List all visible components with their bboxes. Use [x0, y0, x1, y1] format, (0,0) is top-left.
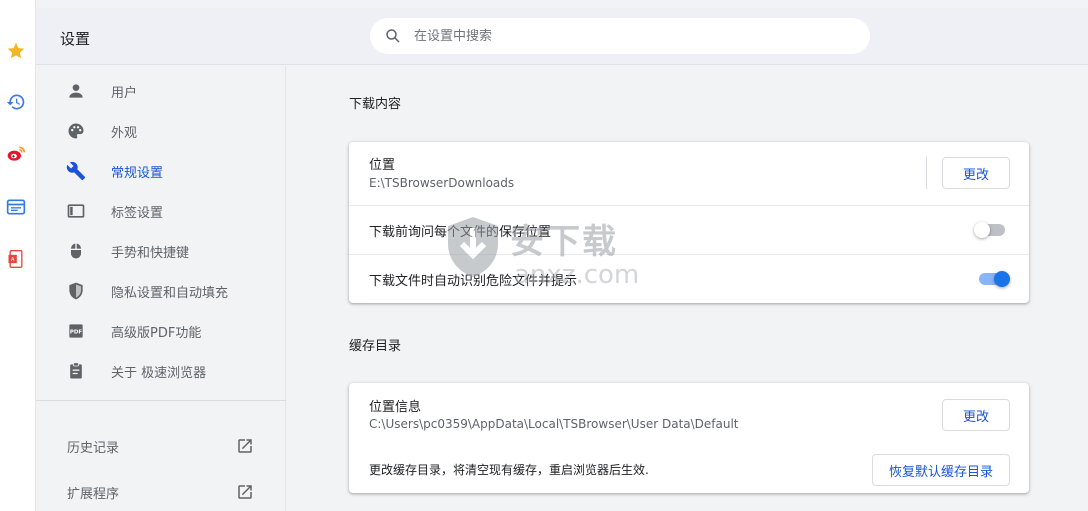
settings-main: 下载内容 位置 E:\TSBrowserDownloads 更改 下载前询问每个…	[287, 66, 1088, 511]
clipboard-icon	[70, 362, 82, 379]
danger-detection-row[interactable]: 下载文件时自动识别危险文件并提示	[349, 255, 1029, 303]
cache-note: 更改缓存目录，将清空现有缓存，重启浏览器后生效.	[369, 463, 649, 477]
tab-icon	[67, 204, 85, 218]
sidebar-item-label: 标签设置	[111, 206, 164, 221]
download-location-label: 位置	[369, 158, 396, 173]
sidebar-item-about[interactable]: 关于 极速浏览器	[36, 353, 286, 389]
sidebar-item-gestures[interactable]: 手势和快捷键	[36, 233, 286, 269]
search-box[interactable]	[370, 18, 870, 54]
sidebar-item-label: 常规设置	[111, 166, 164, 181]
ask-save-location-row[interactable]: 下载前询问每个文件的保存位置	[349, 206, 1029, 254]
cache-location-label: 位置信息	[369, 400, 422, 415]
toggle-knob	[994, 271, 1010, 287]
restore-default-cache-button[interactable]: 恢复默认缓存目录	[872, 454, 1010, 486]
wrench-icon	[66, 161, 86, 181]
sidebar-item-label: 外观	[111, 126, 138, 141]
toggle-knob	[974, 222, 990, 238]
sidebar-item-pdf[interactable]: PDF 高级版PDF功能	[36, 313, 286, 349]
cache-section-title: 缓存目录	[349, 339, 402, 354]
danger-detection-label: 下载文件时自动识别危险文件并提示	[369, 274, 578, 289]
sidebar-item-history[interactable]: 历史记录	[36, 431, 286, 461]
cache-card: 位置信息 C:\Users\pc0359\AppData\Local\TSBro…	[349, 383, 1029, 493]
pdf-app-icon[interactable]: A	[5, 248, 27, 270]
sidebar-item-extensions[interactable]: 扩展程序	[36, 477, 286, 507]
shield-icon	[69, 282, 83, 300]
app-icon-rail: A	[0, 0, 36, 511]
mouse-icon	[71, 243, 81, 259]
page-title: 设置	[60, 30, 91, 48]
search-input[interactable]	[414, 24, 854, 48]
browser-window-icon[interactable]	[5, 196, 27, 218]
ask-save-location-toggle[interactable]	[974, 220, 1008, 240]
pdf-icon: PDF	[69, 324, 83, 338]
weibo-icon[interactable]	[5, 143, 27, 165]
sidebar-item-general[interactable]: 常规设置	[36, 153, 286, 189]
downloads-card: 位置 E:\TSBrowserDownloads 更改 下载前询问每个文件的保存…	[349, 142, 1029, 303]
person-icon	[69, 84, 83, 98]
search-icon	[386, 29, 400, 43]
svg-text:PDF: PDF	[70, 330, 82, 336]
sidebar-item-label: 历史记录	[67, 441, 120, 456]
sidebar-divider	[36, 400, 286, 401]
open-external-icon	[238, 439, 252, 453]
download-location-row: 位置 E:\TSBrowserDownloads 更改	[349, 142, 1029, 205]
sidebar-item-label: 手势和快捷键	[111, 246, 190, 261]
sidebar-item-label: 高级版PDF功能	[111, 326, 202, 341]
sidebar-item-label: 关于 极速浏览器	[111, 366, 207, 381]
history-icon[interactable]	[5, 91, 27, 113]
sidebar-item-privacy[interactable]: 隐私设置和自动填充	[36, 273, 286, 309]
open-external-icon	[238, 485, 252, 499]
star-icon[interactable]	[5, 40, 27, 62]
sidebar-item-label: 扩展程序	[67, 487, 120, 502]
change-download-location-button[interactable]: 更改	[942, 157, 1010, 189]
palette-icon	[68, 123, 84, 139]
cache-location-row: 位置信息 C:\Users\pc0359\AppData\Local\TSBro…	[349, 383, 1029, 493]
danger-detection-toggle[interactable]	[976, 269, 1010, 289]
download-location-value: E:\TSBrowserDownloads	[369, 176, 515, 190]
ask-save-location-label: 下载前询问每个文件的保存位置	[369, 225, 552, 240]
sidebar-item-tabs[interactable]: 标签设置	[36, 193, 286, 229]
settings-sidebar: 用户 外观 常规设置 标签设置 手势和快捷键 隐私设置和自动填充 PDF 高级版…	[36, 66, 286, 511]
downloads-section-title: 下载内容	[349, 97, 402, 112]
sidebar-item-label: 用户	[111, 86, 138, 101]
cache-location-value: C:\Users\pc0359\AppData\Local\TSBrowser\…	[369, 417, 739, 431]
settings-header: 设置	[36, 8, 1088, 65]
sidebar-item-appearance[interactable]: 外观	[36, 113, 286, 149]
svg-text:A: A	[11, 257, 15, 263]
sidebar-item-label: 隐私设置和自动填充	[111, 286, 229, 301]
change-cache-location-button[interactable]: 更改	[942, 399, 1010, 431]
row-divider	[926, 157, 927, 189]
sidebar-item-user[interactable]: 用户	[36, 73, 286, 109]
